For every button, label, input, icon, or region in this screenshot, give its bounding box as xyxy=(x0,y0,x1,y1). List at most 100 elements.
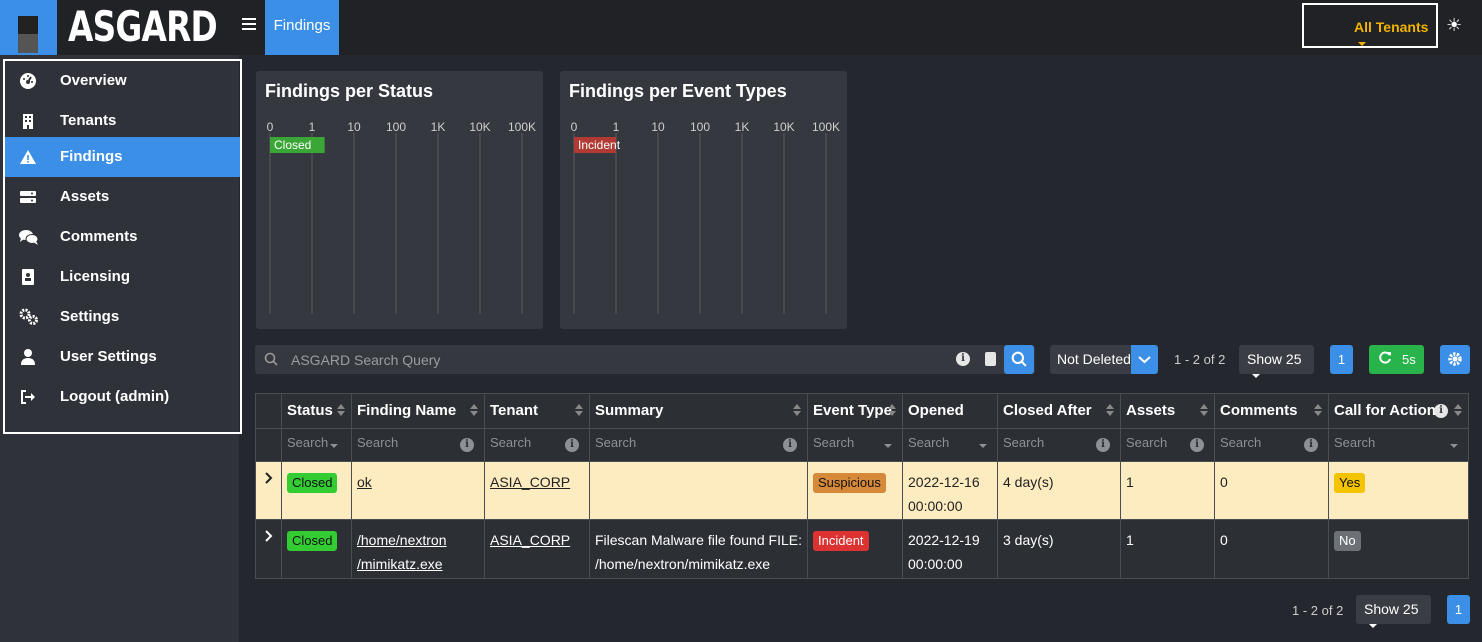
finding-link[interactable]: ok xyxy=(357,474,372,490)
expand-row-chevron-right-icon[interactable] xyxy=(255,461,282,520)
theme-toggle-sun-icon[interactable]: ☀ xyxy=(1446,15,1462,36)
x-tick-label: 100 xyxy=(690,120,710,134)
x-tick-label: 10 xyxy=(651,120,665,134)
column-header-comments[interactable]: Comments xyxy=(1214,393,1329,429)
sort-icon[interactable] xyxy=(337,404,345,418)
sort-icon[interactable] xyxy=(793,404,801,418)
deleted-filter-select[interactable]: Not Deleted xyxy=(1050,345,1158,374)
clipboard-icon[interactable] xyxy=(985,352,996,366)
sort-icon[interactable] xyxy=(1314,404,1322,418)
x-tick-label: 1K xyxy=(431,120,446,134)
id-card-icon xyxy=(19,268,37,286)
filter-summary[interactable]: Search i xyxy=(589,428,808,462)
cell-assets: 1 xyxy=(1120,461,1215,520)
sidebar-item-label: Overview xyxy=(60,72,127,89)
sidebar-item-assets[interactable]: Assets xyxy=(5,177,240,217)
building-icon xyxy=(19,112,37,130)
info-icon[interactable]: i xyxy=(956,352,970,366)
sort-icon[interactable] xyxy=(575,404,583,418)
x-tick-label: 0 xyxy=(267,120,274,134)
filter-comments[interactable]: Search i xyxy=(1214,428,1329,462)
filter-assets[interactable]: Search i xyxy=(1120,428,1215,462)
sort-icon[interactable] xyxy=(1454,404,1462,418)
tab-findings[interactable]: Findings xyxy=(265,0,339,55)
filter-event-type[interactable]: Search xyxy=(807,428,903,462)
column-header-assets[interactable]: Assets xyxy=(1120,393,1215,429)
sidebar-item-label: Licensing xyxy=(60,268,131,285)
column-header-closed-after[interactable]: Closed After xyxy=(997,393,1121,429)
cell-summary: Filescan Malware file found FILE:/home/n… xyxy=(589,519,808,579)
info-icon[interactable]: i xyxy=(1434,404,1448,418)
table-header-row: Status Finding Name Tenant Summary Event… xyxy=(255,393,1469,429)
expand-column-header xyxy=(255,393,282,429)
status-badge: Closed xyxy=(287,531,338,551)
sidebar-menu: Overview Tenants Findings Assets Comment… xyxy=(3,59,242,434)
filter-status[interactable]: Search xyxy=(281,428,352,462)
chevron-down-icon[interactable] xyxy=(1131,345,1158,374)
info-icon[interactable]: i xyxy=(1304,438,1318,452)
column-header-opened[interactable]: Opened xyxy=(902,393,998,429)
chevron-down-icon xyxy=(1450,444,1458,448)
page-button-1[interactable]: 1 xyxy=(1330,345,1353,374)
sort-icon[interactable] xyxy=(1106,404,1114,418)
info-icon[interactable]: i xyxy=(460,438,474,452)
info-icon[interactable]: i xyxy=(1096,438,1110,452)
column-header-call-for-action[interactable]: Call for Action i xyxy=(1328,393,1469,429)
refresh-icon xyxy=(1378,351,1392,368)
finding-link[interactable]: /home/nextron/mimikatz.exe xyxy=(357,532,447,572)
chart-card-event-types: Findings per Event Types 0 1 10 100 1K 10K 100… xyxy=(560,71,847,329)
sidebar-item-settings[interactable]: Settings xyxy=(5,297,240,337)
page-size-value: Show 25 xyxy=(1247,351,1302,367)
gears-icon xyxy=(19,308,38,326)
table-row[interactable]: Closed ok ASIA_CORP Suspicious 2022-12-1… xyxy=(255,461,1469,520)
cell-tenant: ASIA_CORP xyxy=(484,461,590,520)
filter-opened[interactable]: Search xyxy=(902,428,998,462)
chart-card-status: Findings per Status 0 1 10 100 1K 10K 100K Clos… xyxy=(256,71,543,329)
filter-tenant[interactable]: Search i xyxy=(484,428,590,462)
column-header-tenant[interactable]: Tenant xyxy=(484,393,590,429)
footer-page-size-select[interactable]: Show 25 xyxy=(1356,595,1431,629)
info-icon[interactable]: i xyxy=(565,438,579,452)
sidebar-item-user-settings[interactable]: User Settings xyxy=(5,337,240,377)
filter-call-for-action[interactable]: Search xyxy=(1328,428,1469,462)
column-header-status[interactable]: Status xyxy=(281,393,352,429)
deleted-filter-value: Not Deleted xyxy=(1057,351,1131,367)
table-settings-button[interactable] xyxy=(1440,345,1470,374)
tenant-link[interactable]: ASIA_CORP xyxy=(490,532,570,548)
info-icon[interactable]: i xyxy=(783,438,797,452)
sidebar-item-comments[interactable]: Comments xyxy=(5,217,240,257)
cell-finding-name: ok xyxy=(351,461,485,520)
filter-finding-name[interactable]: Search i xyxy=(351,428,485,462)
bar-label: Closed xyxy=(274,138,311,152)
sidebar-item-licensing[interactable]: Licensing xyxy=(5,257,240,297)
table-row[interactable]: Closed /home/nextron/mimikatz.exe ASIA_C… xyxy=(255,519,1469,579)
sort-icon[interactable] xyxy=(888,404,896,418)
expand-row-chevron-right-icon[interactable] xyxy=(255,519,282,579)
tenant-link[interactable]: ASIA_CORP xyxy=(490,474,570,490)
column-header-summary[interactable]: Summary xyxy=(589,393,808,429)
footer-page-button-1[interactable]: 1 xyxy=(1447,595,1470,624)
cta-badge: Yes xyxy=(1334,473,1366,493)
column-header-event-type[interactable]: Event Type xyxy=(807,393,903,429)
column-header-finding-name[interactable]: Finding Name xyxy=(351,393,485,429)
tenant-selector[interactable]: All Tenants xyxy=(1302,3,1438,48)
sidebar-item-label: Tenants xyxy=(60,112,117,129)
filter-closed-after[interactable]: Search i xyxy=(997,428,1121,462)
search-button[interactable] xyxy=(1004,345,1034,374)
x-tick-label: 1 xyxy=(613,120,620,134)
search-input[interactable] xyxy=(291,349,931,370)
page-size-select[interactable]: Show 25 xyxy=(1239,345,1314,379)
search-bar: i xyxy=(255,345,1035,374)
cell-summary xyxy=(589,461,808,520)
sort-icon[interactable] xyxy=(470,404,478,418)
menu-toggle-icon[interactable] xyxy=(242,18,256,32)
info-icon[interactable]: i xyxy=(1190,438,1204,452)
sidebar-item-findings[interactable]: Findings xyxy=(5,137,240,177)
refresh-button[interactable]: 5s xyxy=(1369,345,1424,374)
cell-event-type: Incident xyxy=(807,519,903,579)
sort-icon[interactable] xyxy=(1200,404,1208,418)
sidebar-item-logout[interactable]: Logout (admin) xyxy=(5,377,240,417)
logo[interactable] xyxy=(0,0,57,55)
sidebar-item-tenants[interactable]: Tenants xyxy=(5,101,240,141)
sidebar-item-overview[interactable]: Overview xyxy=(5,61,240,101)
